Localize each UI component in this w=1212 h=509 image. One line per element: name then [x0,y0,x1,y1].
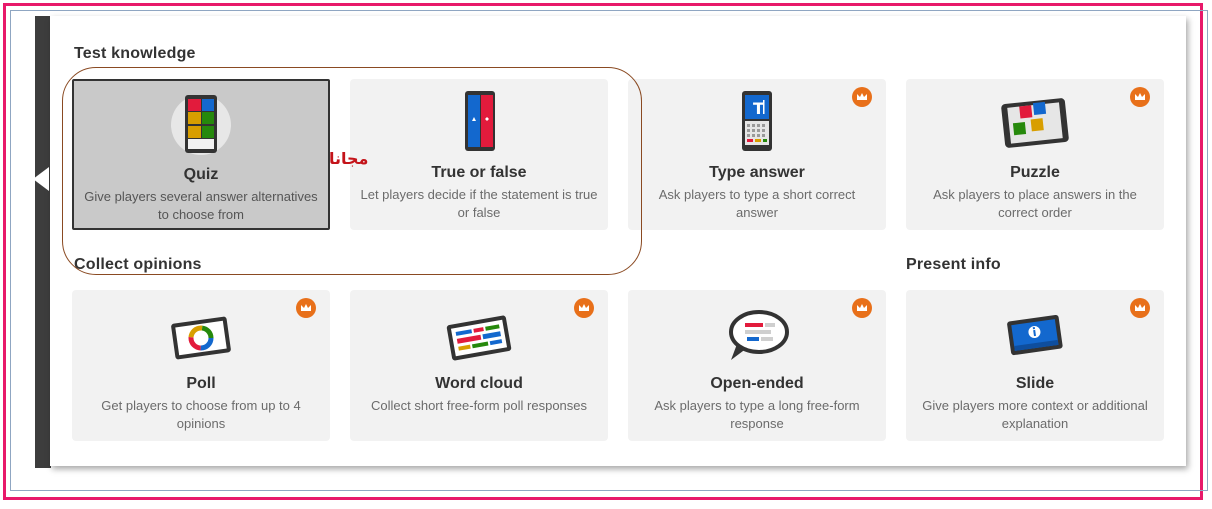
crown-icon [1130,87,1150,107]
crown-icon [852,298,872,318]
card-description: Let players decide if the statement is t… [360,187,598,220]
card-title: Open-ended [710,375,804,392]
slide-icon [1007,314,1063,356]
card-puzzle[interactable]: Puzzle Ask players to place answers in t… [906,79,1164,230]
card-open-ended[interactable]: Open-ended Ask players to type a long fr… [628,290,886,441]
poll-icon [171,316,231,360]
annotation-free-label: مجانا [329,149,369,168]
card-title: Puzzle [1010,164,1060,181]
crown-icon [1130,298,1150,318]
open-ended-icon [729,310,789,360]
card-word-cloud[interactable]: Word cloud Collect short free-form poll … [350,290,608,441]
section-title-test-knowledge: Test knowledge [74,45,196,62]
card-true-or-false[interactable]: True or false Let players decide if the … [350,79,608,230]
card-description: Ask players to place answers in the corr… [933,187,1137,220]
crown-icon [852,87,872,107]
card-type-answer[interactable]: T Type answer Ask players to type a shor… [628,79,886,230]
quiz-icon [171,95,231,155]
card-title: Word cloud [435,375,523,392]
card-title: Quiz [183,166,219,183]
card-description: Give players more context or additional … [922,398,1148,431]
card-title: Poll [186,375,216,392]
card-description: Get players to choose from up to 4 opini… [101,398,301,431]
word-cloud-icon [446,315,512,361]
puzzle-icon [1001,98,1069,148]
section-title-collect-opinions: Collect opinions [74,256,202,273]
card-title: Slide [1015,375,1055,392]
card-slide[interactable]: Slide Give players more context or addit… [906,290,1164,441]
card-quiz[interactable]: Quiz Give players several answer alterna… [72,79,330,230]
crown-icon [296,298,316,318]
crown-icon [574,298,594,318]
card-title: True or false [431,164,527,181]
card-description: Ask players to type a short correct answ… [658,187,856,220]
panel-pointer [33,167,49,191]
card-description: Ask players to type a long free-form res… [654,398,860,431]
svg-text:T: T [753,99,764,118]
type-answer-icon: T [742,91,772,151]
card-title: Type answer [709,164,805,181]
card-description: Give players several answer alternatives… [84,189,318,222]
section-title-present-info: Present info [906,256,1001,273]
side-strip [35,16,51,468]
card-poll[interactable]: Poll Get players to choose from up to 4 … [72,290,330,441]
true-false-icon [465,91,495,151]
card-description: Collect short free-form poll responses [370,398,588,413]
